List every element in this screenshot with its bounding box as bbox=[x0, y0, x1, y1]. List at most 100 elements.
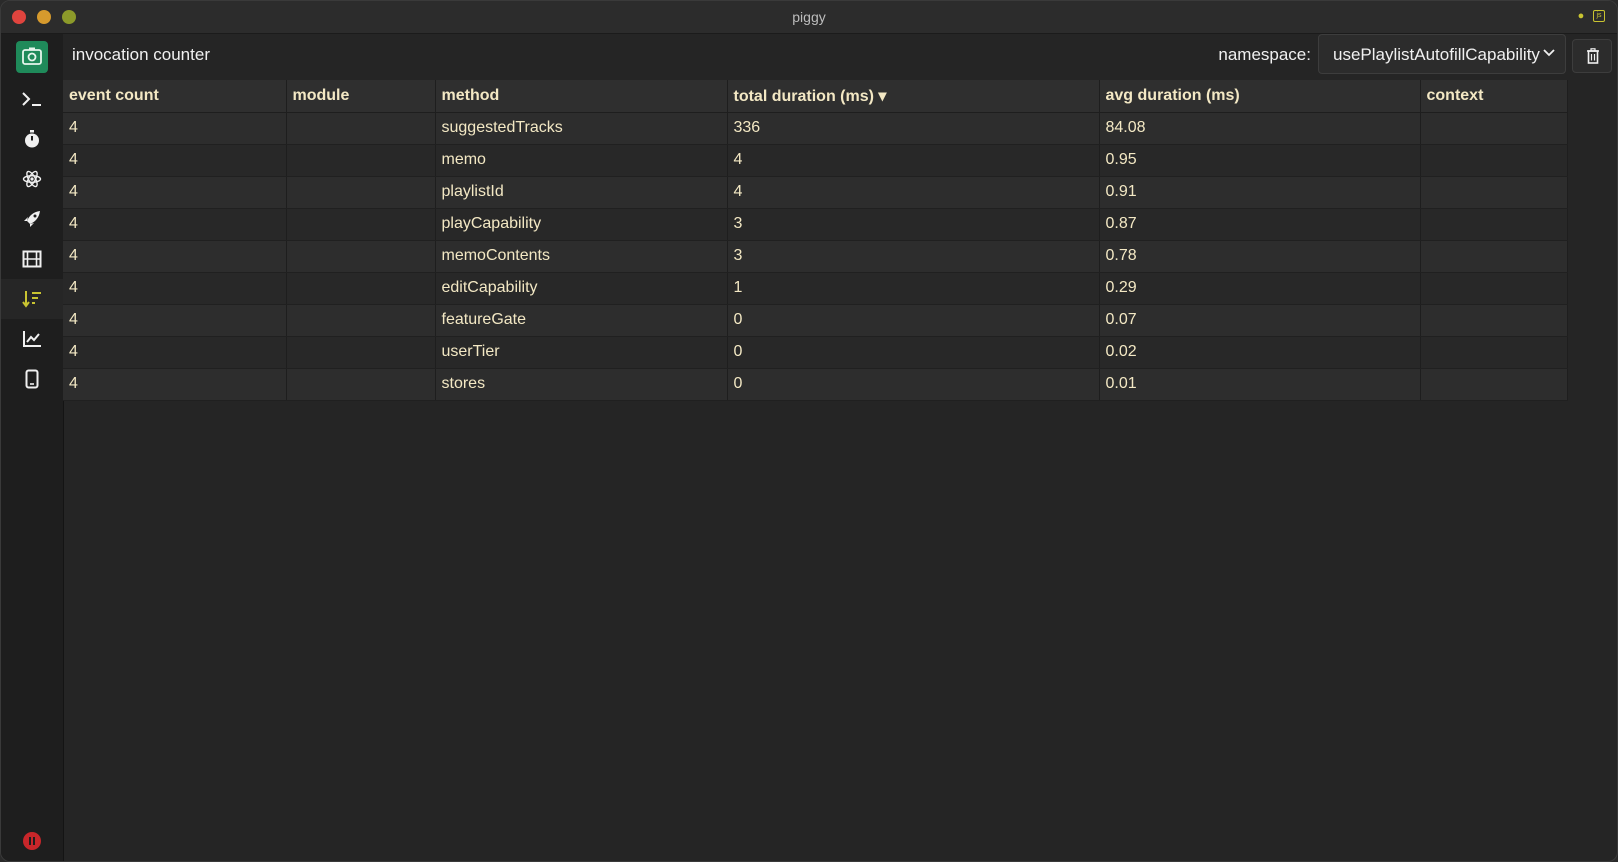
cell-method: playCapability bbox=[435, 208, 728, 241]
cell-event-count: 4 bbox=[63, 144, 287, 177]
cell-event-count: 4 bbox=[63, 272, 287, 305]
toolbar: invocation counter namespace: usePlaylis… bbox=[63, 34, 1617, 80]
table-row[interactable]: 4 editCapability 1 0.29 bbox=[63, 272, 1568, 305]
cell-module bbox=[286, 240, 436, 273]
cell-module bbox=[286, 112, 436, 145]
cell-context bbox=[1420, 304, 1568, 337]
cell-total-duration: 3 bbox=[727, 240, 1100, 273]
cell-event-count: 4 bbox=[63, 112, 287, 145]
namespace-selected-value: usePlaylistAutofillCapability bbox=[1333, 45, 1540, 64]
cell-total-duration: 0 bbox=[727, 336, 1100, 369]
cell-avg-duration: 0.95 bbox=[1099, 144, 1421, 177]
cell-avg-duration: 0.78 bbox=[1099, 240, 1421, 273]
rocket-icon bbox=[24, 211, 40, 227]
namespace-label: namespace: bbox=[1218, 45, 1311, 64]
titlebar-status-icons: ● js bbox=[1575, 10, 1605, 22]
sort-descending-icon bbox=[22, 291, 41, 308]
cell-context bbox=[1420, 240, 1568, 273]
sidebar-item-video[interactable] bbox=[1, 239, 63, 279]
cell-event-count: 4 bbox=[63, 208, 287, 241]
cell-module bbox=[286, 336, 436, 369]
namespace-select[interactable]: usePlaylistAutofillCapability bbox=[1318, 34, 1566, 74]
table-row[interactable]: 4 featureGate 0 0.07 bbox=[63, 304, 1568, 337]
cell-avg-duration: 0.01 bbox=[1099, 368, 1421, 401]
cell-event-count: 4 bbox=[63, 176, 287, 209]
apple-icon: ● bbox=[1577, 10, 1585, 22]
table-row[interactable]: 4 stores 0 0.01 bbox=[63, 368, 1568, 401]
sidebar-item-charts[interactable] bbox=[1, 319, 63, 359]
table-row[interactable]: 4 memoContents 3 0.78 bbox=[63, 240, 1568, 273]
cell-total-duration: 4 bbox=[727, 176, 1100, 209]
sidebar-item-console[interactable] bbox=[1, 79, 63, 119]
clear-button[interactable] bbox=[1572, 39, 1612, 73]
cell-context bbox=[1420, 144, 1568, 177]
cell-event-count: 4 bbox=[63, 336, 287, 369]
cell-context bbox=[1420, 112, 1568, 145]
pause-recording-button[interactable] bbox=[23, 832, 41, 850]
sidebar-item-timers[interactable] bbox=[1, 119, 63, 159]
cell-method: playlistId bbox=[435, 176, 728, 209]
line-chart-icon bbox=[23, 331, 41, 347]
cell-total-duration: 0 bbox=[727, 368, 1100, 401]
cell-method: suggestedTracks bbox=[435, 112, 728, 145]
cell-avg-duration: 0.02 bbox=[1099, 336, 1421, 369]
table-row[interactable]: 4 userTier 0 0.02 bbox=[63, 336, 1568, 369]
terminal-icon bbox=[22, 92, 41, 106]
mobile-device-icon bbox=[25, 369, 39, 389]
table-row[interactable]: 4 memo 4 0.95 bbox=[63, 144, 1568, 177]
cell-module bbox=[286, 272, 436, 305]
cell-method: featureGate bbox=[435, 304, 728, 337]
cell-method: userTier bbox=[435, 336, 728, 369]
cell-method: stores bbox=[435, 368, 728, 401]
invocation-table: event count module method total duration… bbox=[63, 80, 1568, 401]
cell-module bbox=[286, 144, 436, 177]
cell-method: editCapability bbox=[435, 272, 728, 305]
cell-context bbox=[1420, 272, 1568, 305]
cell-avg-duration: 0.91 bbox=[1099, 176, 1421, 209]
column-header-avg-duration[interactable]: avg duration (ms) bbox=[1099, 80, 1421, 113]
cell-total-duration: 3 bbox=[727, 208, 1100, 241]
cell-context bbox=[1420, 176, 1568, 209]
column-header-total-duration[interactable]: total duration (ms) ▾ bbox=[727, 80, 1100, 113]
cell-module bbox=[286, 208, 436, 241]
page-title: invocation counter bbox=[72, 45, 210, 64]
cell-context bbox=[1420, 368, 1568, 401]
sidebar-item-invocation-counter[interactable] bbox=[1, 279, 63, 319]
cell-method: memoContents bbox=[435, 240, 728, 273]
window-title: piggy bbox=[792, 9, 826, 25]
column-header-event-count[interactable]: event count bbox=[63, 80, 287, 113]
table-row[interactable]: 4 playlistId 4 0.91 bbox=[63, 176, 1568, 209]
film-icon bbox=[22, 250, 42, 268]
sidebar-item-startup[interactable] bbox=[1, 199, 63, 239]
sidebar-item-react[interactable] bbox=[1, 159, 63, 199]
app-window: piggy ● js invocation counter namespace:… bbox=[0, 0, 1618, 862]
app-logo-icon bbox=[16, 41, 48, 73]
cell-avg-duration: 0.29 bbox=[1099, 272, 1421, 305]
table-row[interactable]: 4 suggestedTracks 336 84.08 bbox=[63, 112, 1568, 145]
table-header-row: event count module method total duration… bbox=[63, 80, 1568, 113]
cell-context bbox=[1420, 208, 1568, 241]
trash-icon bbox=[1587, 48, 1599, 64]
title-bar: piggy ● js bbox=[1, 1, 1617, 34]
sidebar bbox=[1, 34, 64, 861]
cell-event-count: 4 bbox=[63, 368, 287, 401]
js-icon: js bbox=[1593, 10, 1605, 22]
cell-module bbox=[286, 176, 436, 209]
column-header-method[interactable]: method bbox=[435, 80, 728, 113]
column-header-module[interactable]: module bbox=[286, 80, 436, 113]
react-atom-icon bbox=[22, 170, 42, 188]
cell-avg-duration: 0.07 bbox=[1099, 304, 1421, 337]
chevron-down-icon bbox=[1543, 49, 1555, 57]
cell-total-duration: 336 bbox=[727, 112, 1100, 145]
cell-total-duration: 4 bbox=[727, 144, 1100, 177]
cell-total-duration: 1 bbox=[727, 272, 1100, 305]
cell-module bbox=[286, 304, 436, 337]
cell-module bbox=[286, 368, 436, 401]
table-row[interactable]: 4 playCapability 3 0.87 bbox=[63, 208, 1568, 241]
cell-avg-duration: 0.87 bbox=[1099, 208, 1421, 241]
cell-event-count: 4 bbox=[63, 304, 287, 337]
sidebar-item-device[interactable] bbox=[1, 359, 63, 399]
cell-context bbox=[1420, 336, 1568, 369]
column-header-context[interactable]: context bbox=[1420, 80, 1568, 113]
cell-total-duration: 0 bbox=[727, 304, 1100, 337]
